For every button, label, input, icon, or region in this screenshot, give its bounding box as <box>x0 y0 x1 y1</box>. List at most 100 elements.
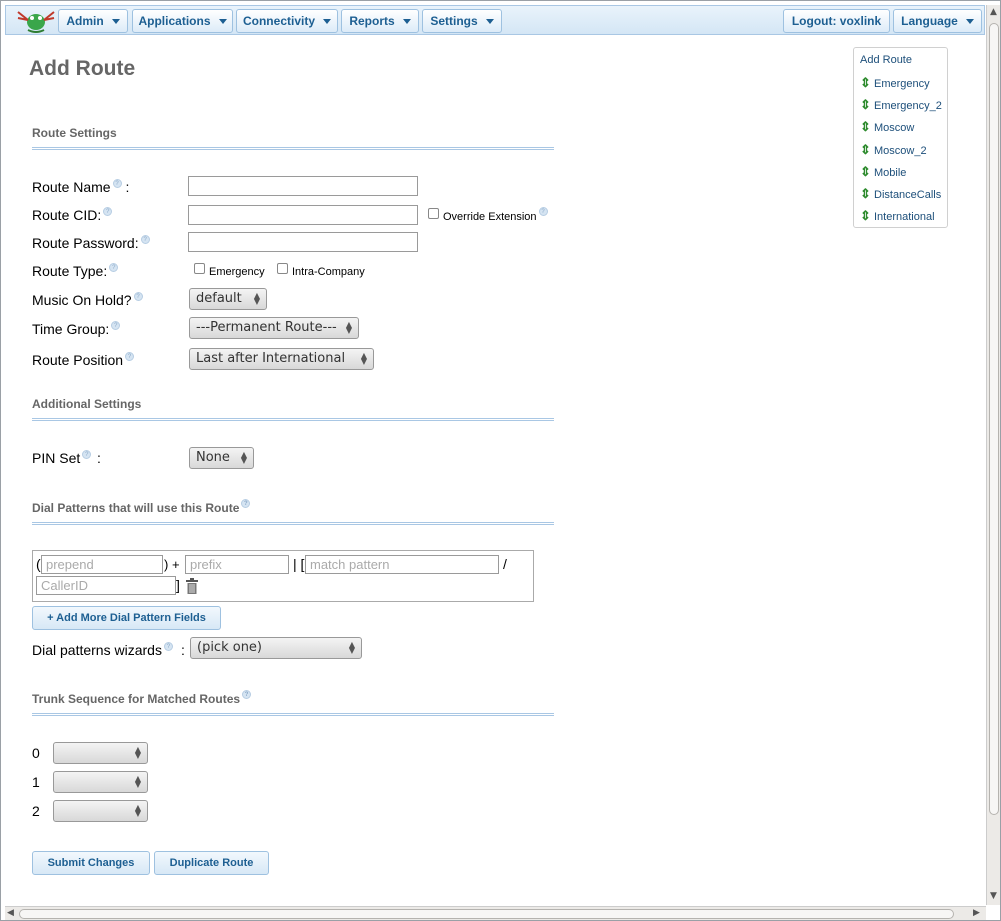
prefix-input[interactable] <box>185 555 289 574</box>
trunk-select-1[interactable]: ▲ ▼ <box>53 771 148 793</box>
updown-arrows-icon: ▲ ▼ <box>360 351 367 366</box>
help-icon[interactable]: ? <box>140 235 150 244</box>
dial-patterns-wizards-label-text: Dial patterns wizards <box>32 642 162 658</box>
top-nav-bar: Admin Applications Connectivity Reports … <box>5 5 985 35</box>
music-on-hold-value: default <box>196 291 242 306</box>
reorder-arrows-icon[interactable]: ⇕ <box>860 119 871 135</box>
route-list-item[interactable]: ⇕ Emergency_2 <box>860 97 942 113</box>
music-on-hold-select[interactable]: default ▲ ▼ <box>189 288 267 310</box>
intra-company-checkbox[interactable] <box>277 263 288 274</box>
help-icon[interactable]: ? <box>125 352 135 361</box>
section-divider <box>32 418 554 421</box>
help-icon[interactable]: ? <box>103 207 113 216</box>
page-title: Add Route <box>29 57 136 80</box>
pin-set-select[interactable]: None ▲ ▼ <box>189 447 254 469</box>
scroll-right-icon[interactable]: ▶ <box>973 908 980 918</box>
dial-patterns-wizards-select[interactable]: (pick one) ▲ ▼ <box>190 637 362 659</box>
browser-window: Admin Applications Connectivity Reports … <box>0 0 1001 921</box>
nav-language[interactable]: Language <box>893 9 982 33</box>
help-icon[interactable]: ? <box>133 292 143 301</box>
prepend-input[interactable] <box>41 555 163 574</box>
trunk-sequence-heading: Trunk Sequence for Matched Routes <box>32 692 241 706</box>
nav-applications[interactable]: Applications <box>132 9 233 33</box>
nav-admin[interactable]: Admin <box>58 9 128 33</box>
scroll-up-icon[interactable]: ▲ <box>990 7 997 17</box>
duplicate-route-button[interactable]: Duplicate Route <box>154 851 269 875</box>
time-group-select[interactable]: ---Permanent Route--- ▲ ▼ <box>189 317 359 339</box>
help-icon[interactable]: ? <box>111 321 121 330</box>
callerid-input[interactable] <box>36 576 176 595</box>
add-more-dial-pattern-button[interactable]: + Add More Dial Pattern Fields <box>32 606 221 630</box>
route-type-label: Route Type:? <box>32 263 119 279</box>
pin-set-value: None <box>196 450 230 465</box>
route-list-add-route[interactable]: Add Route <box>860 54 912 66</box>
horizontal-scrollbar[interactable]: ◀ ▶ <box>5 906 986 920</box>
route-position-select[interactable]: Last after International ▲ ▼ <box>189 348 374 370</box>
trash-icon[interactable] <box>185 578 199 594</box>
nav-admin-label: Admin <box>66 14 104 28</box>
trunk-select-2[interactable]: ▲ ▼ <box>53 800 148 822</box>
route-list-item-label: Emergency_2 <box>874 100 942 112</box>
route-name-input[interactable] <box>188 176 418 196</box>
help-icon[interactable]: ? <box>163 642 173 651</box>
override-extension-checkbox[interactable] <box>428 208 439 219</box>
section-trunk-sequence: Trunk Sequence for Matched Routes? <box>32 690 252 706</box>
nav-settings[interactable]: Settings <box>422 9 502 33</box>
route-list-item[interactable]: ⇕ Moscow <box>860 119 914 135</box>
trunk-index-0: 0 <box>32 745 40 761</box>
emergency-checkbox[interactable] <box>194 263 205 274</box>
nav-language-label: Language <box>901 14 958 28</box>
section-divider <box>32 147 554 150</box>
route-list-item-label: International <box>874 211 935 223</box>
time-group-value: ---Permanent Route--- <box>196 320 337 335</box>
route-cid-input[interactable] <box>188 205 418 225</box>
scroll-down-icon[interactable]: ▼ <box>990 891 997 901</box>
nav-reports[interactable]: Reports <box>341 9 419 33</box>
match-pattern-input[interactable] <box>305 555 499 574</box>
help-icon[interactable]: ? <box>241 499 251 508</box>
section-divider <box>32 522 554 525</box>
help-icon[interactable]: ? <box>112 179 122 188</box>
route-list-item[interactable]: ⇕ Moscow_2 <box>860 142 927 158</box>
close-paren-plus: ) + <box>164 557 180 572</box>
close-bracket: ] <box>176 577 180 593</box>
time-group-label-text: Time Group: <box>32 321 110 337</box>
reorder-arrows-icon[interactable]: ⇕ <box>860 186 871 202</box>
help-icon[interactable]: ? <box>109 263 119 272</box>
reorder-arrows-icon[interactable]: ⇕ <box>860 208 871 224</box>
reorder-arrows-icon[interactable]: ⇕ <box>860 75 871 91</box>
pin-set-label: PIN Set? <box>32 450 92 466</box>
horizontal-scroll-thumb[interactable] <box>19 909 954 919</box>
vertical-scroll-thumb[interactable] <box>989 23 999 815</box>
route-list-item[interactable]: ⇕ Emergency <box>860 75 930 91</box>
logout-button[interactable]: Logout: voxlink <box>783 9 890 33</box>
section-route-settings: Route Settings <box>32 126 117 140</box>
route-position-value: Last after International <box>196 351 346 366</box>
nav-connectivity[interactable]: Connectivity <box>236 9 338 33</box>
help-icon[interactable]: ? <box>538 207 548 216</box>
trunk-select-0[interactable]: ▲ ▼ <box>53 742 148 764</box>
updown-arrows-icon: ▲ ▼ <box>253 291 260 306</box>
updown-arrows-icon: ▲ ▼ <box>134 745 141 760</box>
route-list-item[interactable]: ⇕ Mobile <box>860 164 906 180</box>
reorder-arrows-icon[interactable]: ⇕ <box>860 142 871 158</box>
submit-changes-button[interactable]: Submit Changes <box>32 851 150 875</box>
route-position-label-text: Route Position <box>32 352 124 368</box>
nav-applications-label: Applications <box>138 14 211 28</box>
route-list-item-label: Emergency <box>874 78 930 90</box>
updown-arrows-icon: ▲ ▼ <box>134 803 141 818</box>
help-icon[interactable]: ? <box>82 450 92 459</box>
freepbx-logo-icon[interactable] <box>14 8 58 34</box>
dial-patterns-wizards-label: Dial patterns wizards? <box>32 642 173 658</box>
vertical-scrollbar[interactable]: ▲ ▼ <box>986 5 1000 905</box>
reorder-arrows-icon[interactable]: ⇕ <box>860 97 871 113</box>
help-icon[interactable]: ? <box>242 690 252 699</box>
reorder-arrows-icon[interactable]: ⇕ <box>860 164 871 180</box>
emergency-label: Emergency <box>209 266 265 278</box>
route-list-item[interactable]: ⇕ International <box>860 208 935 224</box>
time-group-label: Time Group:? <box>32 321 121 337</box>
route-list-item[interactable]: ⇕ DistanceCalls <box>860 186 941 202</box>
scroll-left-icon[interactable]: ◀ <box>7 908 14 918</box>
logout-label: Logout: voxlink <box>791 14 882 28</box>
route-password-input[interactable] <box>188 232 418 252</box>
